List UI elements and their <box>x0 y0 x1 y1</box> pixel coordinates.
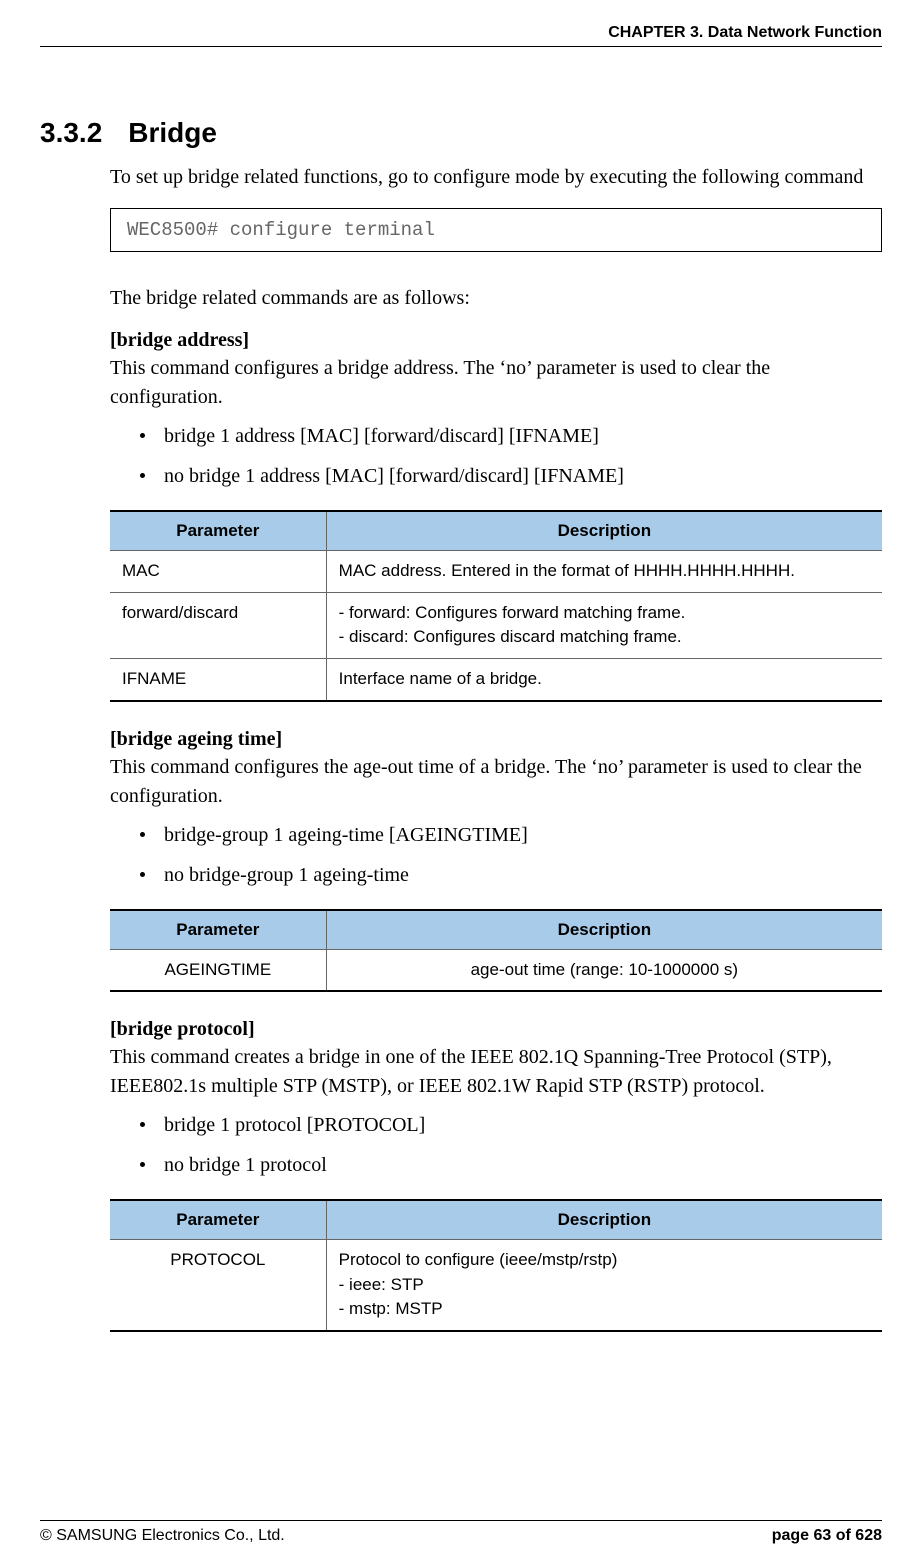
cell-param: MAC <box>110 551 326 593</box>
section-title: Bridge <box>128 117 217 148</box>
sub1-desc: This command configures a bridge address… <box>110 354 882 412</box>
sub3-list: bridge 1 protocol [PROTOCOL] no bridge 1… <box>110 1111 882 1179</box>
sub3-title: [bridge protocol] <box>110 1018 882 1041</box>
chapter-title: CHAPTER 3. Data Network Function <box>40 24 882 42</box>
table-row: MAC MAC address. Entered in the format o… <box>110 551 882 593</box>
section-number: 3.3.2 <box>40 117 102 149</box>
footer-page-number: page 63 of 628 <box>772 1527 882 1545</box>
table-bridge-ageing: Parameter Description AGEINGTIME age-out… <box>110 909 882 993</box>
page-content: 3.3.2 Bridge To set up bridge related fun… <box>40 117 882 1504</box>
table-row: IFNAME Interface name of a bridge. <box>110 658 882 700</box>
sub2-list: bridge-group 1 ageing-time [AGEINGTIME] … <box>110 821 882 889</box>
th-parameter: Parameter <box>110 1200 326 1240</box>
list-item: bridge 1 protocol [PROTOCOL] <box>140 1111 882 1139</box>
cell-param: PROTOCOL <box>110 1240 326 1331</box>
table-row: AGEINGTIME age-out time (range: 10-10000… <box>110 949 882 991</box>
th-parameter: Parameter <box>110 511 326 551</box>
list-item: bridge 1 address [MAC] [forward/discard]… <box>140 422 882 450</box>
list-item: no bridge 1 protocol <box>140 1151 882 1179</box>
sub1-list: bridge 1 address [MAC] [forward/discard]… <box>110 422 882 490</box>
sub2-desc: This command configures the age-out time… <box>110 753 882 811</box>
table-row: PROTOCOL Protocol to configure (ieee/mst… <box>110 1240 882 1331</box>
section-heading: 3.3.2 Bridge <box>40 117 882 149</box>
th-description: Description <box>326 910 882 950</box>
table-bridge-address: Parameter Description MAC MAC address. E… <box>110 510 882 702</box>
cell-desc: age-out time (range: 10-1000000 s) <box>326 949 882 991</box>
followup-paragraph: The bridge related commands are as follo… <box>110 284 882 313</box>
page-footer: © SAMSUNG Electronics Co., Ltd. page 63 … <box>40 1520 882 1545</box>
cell-desc: MAC address. Entered in the format of HH… <box>326 551 882 593</box>
th-description: Description <box>326 511 882 551</box>
sub2-title: [bridge ageing time] <box>110 728 882 751</box>
intro-paragraph: To set up bridge related functions, go t… <box>110 163 882 192</box>
table-row: forward/discard - forward: Configures fo… <box>110 592 882 658</box>
cell-param: IFNAME <box>110 658 326 700</box>
cell-desc: - forward: Configures forward matching f… <box>326 592 882 658</box>
table-bridge-protocol: Parameter Description PROTOCOL Protocol … <box>110 1199 882 1332</box>
cell-desc: Protocol to configure (ieee/mstp/rstp)- … <box>326 1240 882 1331</box>
footer-copyright: © SAMSUNG Electronics Co., Ltd. <box>40 1527 285 1545</box>
sub1-title: [bridge address] <box>110 329 882 352</box>
command-box: WEC8500# configure terminal <box>110 208 882 252</box>
list-item: bridge-group 1 ageing-time [AGEINGTIME] <box>140 821 882 849</box>
th-parameter: Parameter <box>110 910 326 950</box>
cell-param: forward/discard <box>110 592 326 658</box>
cell-param: AGEINGTIME <box>110 949 326 991</box>
cell-desc: Interface name of a bridge. <box>326 658 882 700</box>
page-header: CHAPTER 3. Data Network Function <box>40 24 882 47</box>
th-description: Description <box>326 1200 882 1240</box>
list-item: no bridge-group 1 ageing-time <box>140 861 882 889</box>
sub3-desc: This command creates a bridge in one of … <box>110 1043 882 1101</box>
list-item: no bridge 1 address [MAC] [forward/disca… <box>140 462 882 490</box>
